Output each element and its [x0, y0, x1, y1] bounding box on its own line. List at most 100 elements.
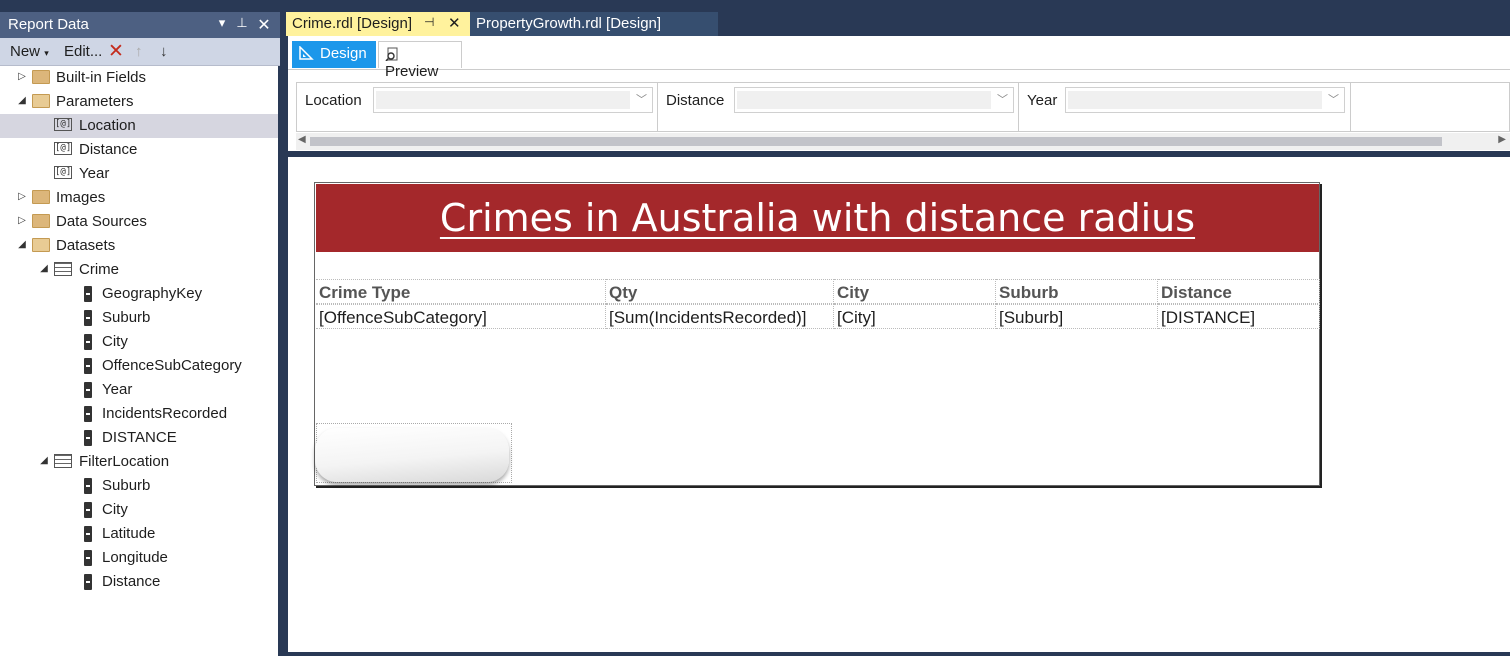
- tree-item-label: Location: [79, 117, 136, 134]
- folder-icon: [32, 190, 50, 204]
- panel-toolbar: New ▾ Edit... ✕ ↑ ↓: [0, 38, 280, 66]
- scroll-left-icon[interactable]: ◀: [298, 134, 306, 145]
- tree-item-field[interactable]: IncidentsRecorded: [0, 402, 278, 426]
- table-header-cell[interactable]: Qty: [606, 279, 834, 304]
- expand-icon[interactable]: ▷: [16, 214, 28, 228]
- table-header-cell[interactable]: Suburb: [996, 279, 1158, 304]
- collapse-icon[interactable]: ◢: [16, 238, 28, 252]
- tree-item-field[interactable]: Distance: [0, 570, 278, 594]
- new-menu-button[interactable]: New ▾: [10, 43, 49, 60]
- tree-item-images[interactable]: ▷ Images: [0, 186, 278, 210]
- report-data-panel: Report Data ▾ ⊥ ✕ New ▾ Edit... ✕ ↑ ↓ ▷ …: [0, 0, 280, 656]
- tree-item-label: Year: [102, 381, 133, 398]
- tree-item-field[interactable]: City: [0, 498, 278, 522]
- tree-item-label: Latitude: [102, 525, 156, 542]
- tree-item-field[interactable]: Year: [0, 378, 278, 402]
- expand-icon[interactable]: ▷: [16, 190, 28, 204]
- table-data-cell[interactable]: [DISTANCE]: [1158, 304, 1320, 329]
- tab-propertygrowth-rdl[interactable]: PropertyGrowth.rdl [Design]: [470, 12, 718, 36]
- folder-open-icon: [32, 94, 50, 108]
- tree-item-label: Suburb: [102, 309, 151, 326]
- delete-icon[interactable]: ✕: [108, 40, 124, 63]
- pin-icon[interactable]: ⊣: [424, 15, 434, 29]
- folder-icon: [32, 214, 50, 228]
- field-icon: [84, 478, 92, 494]
- parameter-distance: Distance ﹀: [658, 83, 1019, 131]
- field-icon: [84, 358, 92, 374]
- tab-design[interactable]: Design: [292, 41, 376, 68]
- table-data-cell[interactable]: [City]: [834, 304, 996, 329]
- tree-item-datasets[interactable]: ◢ Datasets: [0, 234, 278, 258]
- tab-crime-rdl[interactable]: Crime.rdl [Design] ⊣ ✕: [286, 12, 470, 36]
- tree-item-field[interactable]: Longitude: [0, 546, 278, 570]
- tree-item-data-sources[interactable]: ▷ Data Sources: [0, 210, 278, 234]
- report-title-textbox[interactable]: Crimes in Australia with distance radius: [316, 184, 1319, 252]
- collapse-icon[interactable]: ◢: [38, 454, 50, 468]
- pin-icon[interactable]: ⊥: [234, 15, 250, 33]
- panel-title: Report Data: [8, 16, 89, 33]
- tree-item-label: DISTANCE: [102, 429, 177, 446]
- tree-item-field[interactable]: GeographyKey: [0, 282, 278, 306]
- tree-item-label: Distance: [102, 573, 161, 590]
- tree-item-dataset-crime[interactable]: ◢ Crime: [0, 258, 278, 282]
- report-body[interactable]: Crimes in Australia with distance radius…: [314, 182, 1320, 486]
- tree-item-label: GeographyKey: [102, 285, 203, 302]
- tab-label: Crime.rdl [Design]: [292, 15, 413, 32]
- tree-item-parameters[interactable]: ◢ Parameters: [0, 90, 278, 114]
- tab-preview[interactable]: Preview: [378, 41, 462, 80]
- table-header-cell[interactable]: City: [834, 279, 996, 304]
- table-data-cell[interactable]: [Suburb]: [996, 304, 1158, 329]
- report-title: Crimes in Australia with distance radius: [439, 196, 1196, 240]
- tab-label: PropertyGrowth.rdl [Design]: [476, 15, 662, 32]
- panel-top-strip: [0, 0, 280, 12]
- scroll-right-icon[interactable]: ▶: [1498, 134, 1506, 145]
- collapse-icon[interactable]: ◢: [38, 262, 50, 276]
- field-icon: [84, 406, 92, 422]
- table-data-cell[interactable]: [OffenceSubCategory]: [316, 304, 606, 329]
- table-header-cell[interactable]: Distance: [1158, 279, 1320, 304]
- parameter-icon: [@]: [54, 166, 72, 179]
- tree-item-param-distance[interactable]: [@] Distance: [0, 138, 278, 162]
- collapse-icon[interactable]: ◢: [16, 94, 28, 108]
- dropdown-icon[interactable]: ▾: [214, 15, 230, 33]
- tree-item-field[interactable]: OffenceSubCategory: [0, 354, 278, 378]
- pane-splitter[interactable]: [288, 151, 1510, 157]
- tree-item-label: Crime: [79, 261, 119, 278]
- tree-item-param-location[interactable]: [@] Location: [0, 114, 278, 138]
- tree-item-field[interactable]: DISTANCE: [0, 426, 278, 450]
- tree-item-field[interactable]: Suburb: [0, 474, 278, 498]
- tree-item-built-in-fields[interactable]: ▷ Built-in Fields: [0, 66, 278, 90]
- parameter-year: Year ﹀: [1019, 83, 1351, 131]
- chevron-down-icon: ﹀: [1328, 94, 1339, 106]
- dataset-table-icon: [54, 454, 72, 468]
- edit-button[interactable]: Edit...: [64, 43, 102, 60]
- year-dropdown[interactable]: ﹀: [1065, 87, 1345, 113]
- tree-item-label: Datasets: [56, 237, 116, 254]
- field-icon: [84, 502, 92, 518]
- parameter-icon: [@]: [54, 118, 72, 131]
- parameter-label: Year: [1027, 92, 1058, 109]
- document-area: Crime.rdl [Design] ⊣ ✕ PropertyGrowth.rd…: [282, 0, 1510, 656]
- tree-item-label: Images: [56, 189, 106, 206]
- tree-item-field[interactable]: Suburb: [0, 306, 278, 330]
- tree-item-field[interactable]: Latitude: [0, 522, 278, 546]
- location-dropdown[interactable]: ﹀: [373, 87, 653, 113]
- table-header-cell[interactable]: Crime Type: [316, 279, 606, 304]
- report-designer: Design Preview Location ﹀ Distance ﹀ Yea…: [288, 36, 1510, 652]
- tree-item-param-year[interactable]: [@] Year: [0, 162, 278, 186]
- scrollbar-thumb[interactable]: [310, 137, 1442, 146]
- table-data-cell[interactable]: [Sum(IncidentsRecorded)]: [606, 304, 834, 329]
- close-icon[interactable]: ✕: [448, 14, 461, 32]
- close-icon[interactable]: ✕: [256, 15, 272, 34]
- dataset-table-icon: [54, 262, 72, 276]
- expand-icon[interactable]: ▷: [16, 70, 28, 84]
- move-up-icon[interactable]: ↑: [135, 43, 143, 60]
- tree-item-dataset-filterlocation[interactable]: ◢ FilterLocation: [0, 450, 278, 474]
- field-icon: [84, 550, 92, 566]
- map-placeholder[interactable]: [315, 423, 512, 483]
- distance-dropdown[interactable]: ﹀: [734, 87, 1014, 113]
- tree-item-field[interactable]: City: [0, 330, 278, 354]
- chevron-down-icon: ﹀: [636, 94, 647, 106]
- horizontal-scrollbar[interactable]: ◀ ▶: [296, 133, 1510, 150]
- move-down-icon[interactable]: ↓: [160, 43, 168, 60]
